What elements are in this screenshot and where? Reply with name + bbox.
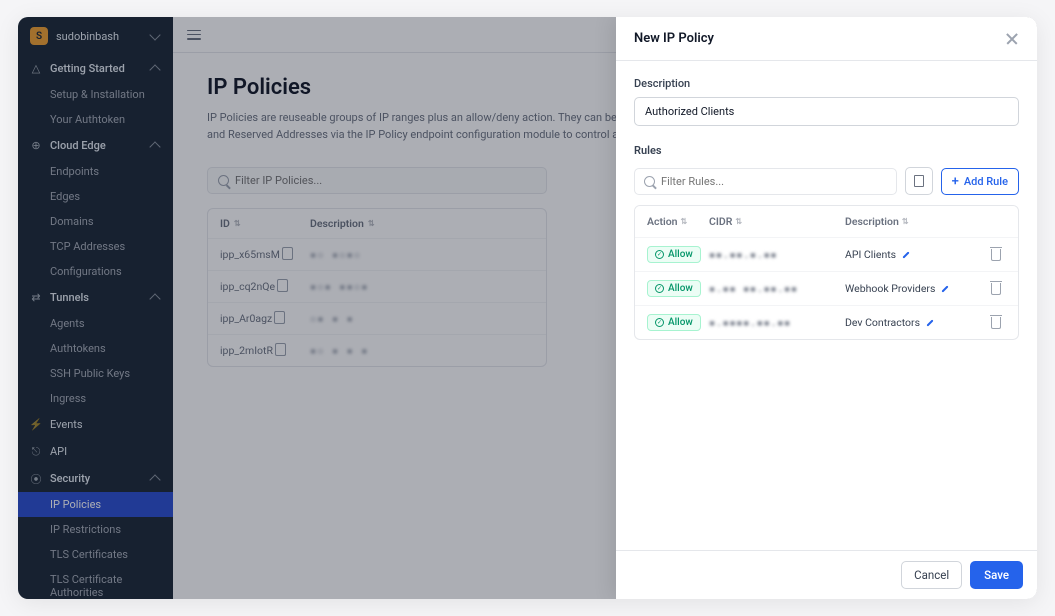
column-action[interactable]: Action⇅ xyxy=(647,215,709,228)
rules-label: Rules xyxy=(634,144,1019,157)
edit-icon[interactable] xyxy=(925,318,935,328)
trash-icon[interactable] xyxy=(991,283,1001,295)
sort-icon: ⇅ xyxy=(735,217,742,226)
app-shell: S sudobinbash △ Getting Started Setup & … xyxy=(18,17,1037,599)
sort-icon: ⇅ xyxy=(902,217,909,226)
rule-description: API Clients xyxy=(845,248,896,261)
filter-rules-input[interactable] xyxy=(661,175,887,188)
new-ip-policy-panel: New IP Policy Description Rules + Add Rul… xyxy=(616,17,1037,599)
rule-cidr: ▪.▪▪▪▪.▪▪.▪▪ xyxy=(709,317,845,329)
rule-row: ✓Allow ▪.▪▪▪▪.▪▪.▪▪ Dev Contractors xyxy=(635,305,1018,339)
edit-icon[interactable] xyxy=(901,250,911,260)
panel-title: New IP Policy xyxy=(634,31,714,46)
edit-icon[interactable] xyxy=(940,284,950,294)
rule-description: Webhook Providers xyxy=(845,282,935,295)
trash-icon[interactable] xyxy=(991,249,1001,261)
search-icon xyxy=(644,176,655,187)
allow-badge: ✓Allow xyxy=(647,246,701,263)
check-icon: ✓ xyxy=(655,250,664,259)
filter-rules-box[interactable] xyxy=(634,168,897,195)
rule-row: ✓Allow ▪.▪▪ ▪▪.▪▪.▪▪ Webhook Providers xyxy=(635,271,1018,305)
rule-description: Dev Contractors xyxy=(845,316,920,329)
allow-badge: ✓Allow xyxy=(647,314,701,331)
rules-table: Action⇅ CIDR⇅ Description⇅ ✓Allow ▪▪.▪▪.… xyxy=(634,205,1019,340)
check-icon: ✓ xyxy=(655,318,664,327)
rule-cidr: ▪.▪▪ ▪▪.▪▪.▪▪ xyxy=(709,283,845,295)
add-rule-button[interactable]: + Add Rule xyxy=(941,168,1019,195)
column-description[interactable]: Description⇅ xyxy=(845,215,986,228)
import-button[interactable] xyxy=(905,167,933,195)
sort-icon: ⇅ xyxy=(681,217,688,226)
close-icon[interactable] xyxy=(1005,32,1019,46)
save-button[interactable]: Save xyxy=(970,561,1023,589)
rule-cidr: ▪▪.▪▪.▪.▪▪ xyxy=(709,249,845,261)
rule-row: ✓Allow ▪▪.▪▪.▪.▪▪ API Clients xyxy=(635,237,1018,271)
trash-icon[interactable] xyxy=(991,317,1001,329)
add-rule-label: Add Rule xyxy=(964,175,1008,188)
plus-icon: + xyxy=(952,175,959,188)
allow-badge: ✓Allow xyxy=(647,280,701,297)
check-icon: ✓ xyxy=(655,284,664,293)
doc-icon xyxy=(914,175,924,187)
description-label: Description xyxy=(634,77,1019,90)
column-cidr[interactable]: CIDR⇅ xyxy=(709,215,845,228)
description-input[interactable] xyxy=(634,97,1019,126)
cancel-button[interactable]: Cancel xyxy=(901,561,962,589)
